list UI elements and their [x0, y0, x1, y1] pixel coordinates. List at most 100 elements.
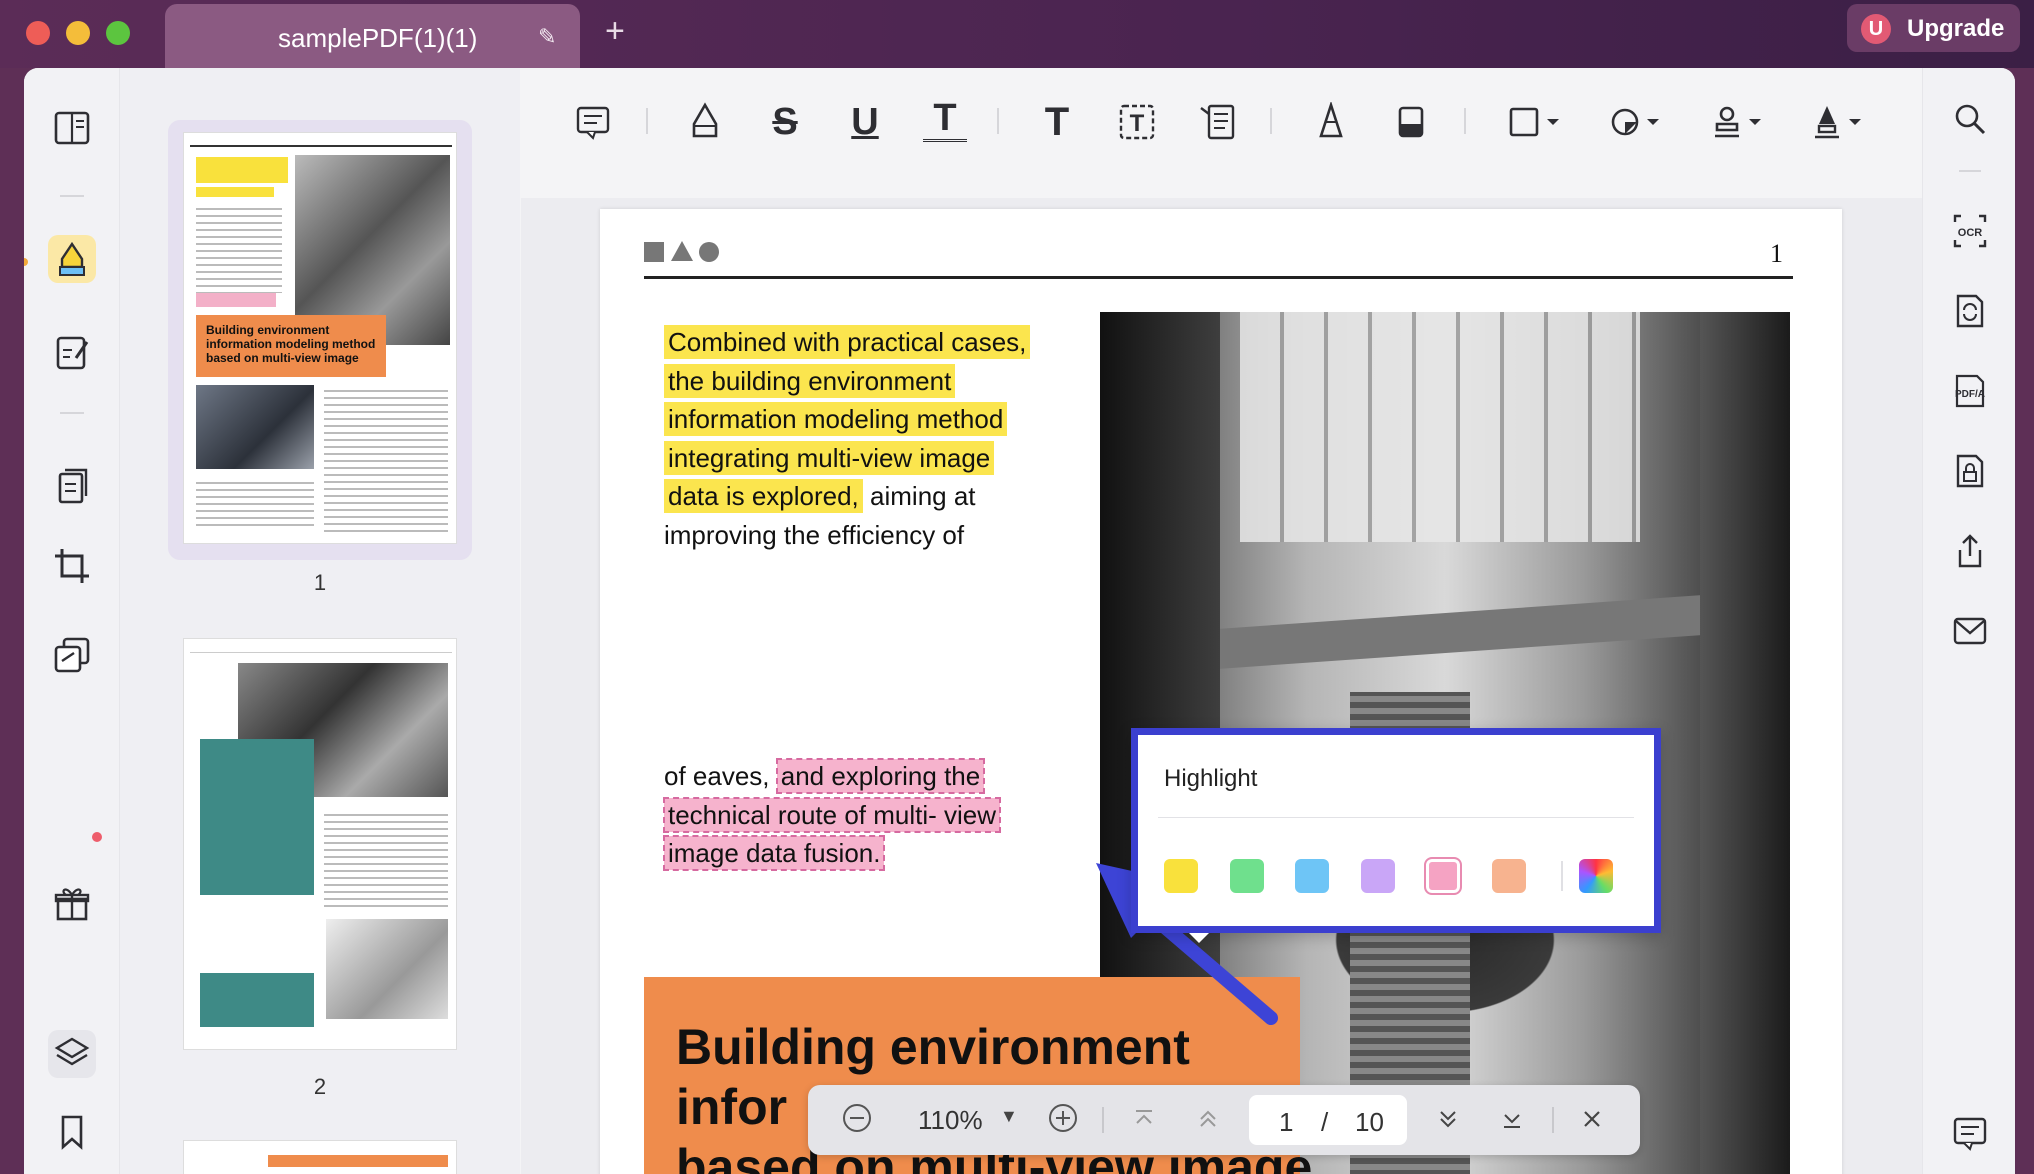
- zoom-in-icon[interactable]: [1046, 1101, 1080, 1142]
- pdfa-icon[interactable]: PDF/A: [1949, 370, 1991, 412]
- square-logo-icon: [644, 242, 664, 262]
- stamp-icon[interactable]: [1707, 98, 1767, 146]
- total-pages: 10: [1355, 1107, 1384, 1137]
- reader-mode-icon[interactable]: [48, 104, 96, 152]
- next-page-icon[interactable]: [1434, 1105, 1462, 1140]
- popup-pointer: [1189, 933, 1209, 943]
- upgrade-label: Upgrade: [1907, 15, 2005, 42]
- zoom-dropdown-chevron-icon[interactable]: ▼: [1000, 1106, 1018, 1127]
- highlighted-line[interactable]: Combined with practical cases,: [664, 325, 1031, 359]
- svg-text:OCR: OCR: [1958, 227, 1983, 239]
- upgrade-button[interactable]: U Upgrade: [1847, 4, 2020, 52]
- thumb-header-line: [190, 643, 452, 653]
- custom-color-picker[interactable]: [1579, 859, 1613, 893]
- selected-highlight[interactable]: image data fusion.: [662, 835, 886, 871]
- sidebar-divider: [60, 412, 84, 414]
- minimize-window-button[interactable]: [66, 21, 90, 45]
- thumbnail-page-3[interactable]: [183, 1140, 457, 1174]
- purple-color-swatch[interactable]: [1361, 859, 1395, 893]
- highlighted-line[interactable]: integrating multi-view image: [664, 440, 995, 475]
- layers-icon[interactable]: [48, 1030, 96, 1078]
- selected-highlight[interactable]: technical route of multi- view: [662, 796, 1002, 833]
- zoom-out-icon[interactable]: [840, 1101, 874, 1142]
- crop-pages-icon[interactable]: [48, 542, 96, 590]
- pink-color-swatch-selected[interactable]: [1424, 857, 1462, 895]
- bookmark-icon[interactable]: [48, 1108, 96, 1156]
- pink-highlight-paragraph[interactable]: of eaves, and exploring the technical ro…: [662, 757, 1024, 873]
- page-number-box[interactable]: 1 / 10: [1249, 1095, 1407, 1145]
- sticker-icon[interactable]: [1605, 98, 1665, 146]
- text-comment-icon[interactable]: T: [1035, 98, 1079, 146]
- rename-pencil-icon[interactable]: ✎: [538, 24, 556, 50]
- highlighted-line[interactable]: information modeling method: [664, 402, 1008, 436]
- text-callout-icon[interactable]: [1195, 98, 1239, 146]
- skylight: [1240, 312, 1640, 542]
- thumbnail-page-2[interactable]: [183, 638, 457, 1050]
- bridge: [1160, 591, 1760, 673]
- protect-icon[interactable]: [1949, 450, 1991, 492]
- current-page-input[interactable]: 1: [1279, 1107, 1293, 1138]
- green-color-swatch[interactable]: [1230, 859, 1264, 893]
- document-tab[interactable]: samplePDF(1)(1) ✎: [165, 4, 580, 68]
- sidebar-divider: [1959, 170, 1981, 172]
- signature-icon[interactable]: [1807, 98, 1867, 146]
- avatar: U: [1861, 14, 1891, 44]
- highlight-color-popup: Highlight: [1131, 728, 1661, 933]
- highlighted-line[interactable]: data is explored,: [664, 479, 863, 513]
- first-page-icon[interactable]: [1130, 1105, 1158, 1140]
- sticky-note-icon[interactable]: [571, 98, 615, 146]
- body-text: improving the efficiency of: [664, 519, 965, 550]
- thumb-text: [324, 385, 448, 535]
- convert-icon[interactable]: [1949, 290, 1991, 332]
- organize-pages-icon[interactable]: [48, 462, 96, 510]
- previous-page-icon[interactable]: [1194, 1105, 1222, 1140]
- pencil-icon[interactable]: [1309, 98, 1353, 146]
- zoom-level[interactable]: 110%: [918, 1105, 983, 1136]
- orange-color-swatch[interactable]: [1492, 859, 1526, 893]
- last-page-icon[interactable]: [1498, 1105, 1526, 1140]
- strikethrough-icon[interactable]: S: [763, 98, 807, 146]
- body-text: of eaves,: [664, 761, 777, 791]
- tab-title: samplePDF(1)(1): [278, 23, 478, 53]
- ocr-icon[interactable]: OCR: [1949, 210, 1991, 252]
- share-icon[interactable]: [1949, 530, 1991, 572]
- highlighted-paragraph[interactable]: Combined with practical cases, the build…: [664, 323, 1064, 554]
- new-tab-plus-icon[interactable]: +: [605, 14, 625, 48]
- thumb-teal-block: [200, 973, 314, 1027]
- yellow-color-swatch[interactable]: [1164, 859, 1198, 893]
- gift-icon[interactable]: [48, 879, 96, 927]
- close-zoom-bar-icon[interactable]: [1578, 1105, 1606, 1140]
- thumbnail-page-number: 2: [313, 1074, 327, 1099]
- underline-icon[interactable]: U: [843, 98, 887, 146]
- email-icon[interactable]: [1949, 610, 1991, 652]
- highlighted-line[interactable]: the building environment: [664, 363, 956, 398]
- edit-pdf-icon[interactable]: [48, 328, 96, 376]
- toolbar-divider: [1270, 108, 1272, 134]
- thumbnail-panel: Building environment information modelin…: [120, 68, 520, 1174]
- page-tools-icon[interactable]: [48, 631, 96, 679]
- thumbnail-page-1[interactable]: Building environment information modelin…: [183, 132, 457, 544]
- eraser-icon[interactable]: [1389, 98, 1433, 146]
- document-canvas[interactable]: 1 Combined with practical cases, the bui…: [521, 198, 1922, 1174]
- blue-color-swatch[interactable]: [1295, 859, 1329, 893]
- popup-title: Highlight: [1164, 765, 1258, 792]
- close-window-button[interactable]: [26, 21, 50, 45]
- comment-mode-icon[interactable]: [48, 235, 96, 283]
- thumb-text: [196, 203, 282, 293]
- left-sidebar: [24, 68, 120, 1174]
- search-icon[interactable]: [1949, 98, 1991, 140]
- zoom-navigation-bar: 110% ▼ 1 / 10: [808, 1085, 1640, 1155]
- thumb-text: [324, 809, 448, 909]
- toolbar-divider: [1464, 108, 1466, 134]
- highlighter-icon[interactable]: [683, 98, 727, 146]
- zoom-window-button[interactable]: [106, 21, 130, 45]
- body-text: aiming at: [862, 481, 976, 511]
- squiggly-text-icon[interactable]: T: [923, 97, 967, 142]
- text-box-icon[interactable]: T: [1115, 98, 1159, 146]
- swatch-divider: [1561, 861, 1563, 891]
- selected-highlight[interactable]: and exploring the: [775, 758, 986, 794]
- header-rule: [644, 276, 1793, 279]
- svg-text:PDF/A: PDF/A: [1955, 389, 1985, 400]
- comment-list-icon[interactable]: [1949, 1112, 1991, 1154]
- shape-rectangle-icon[interactable]: [1505, 98, 1565, 146]
